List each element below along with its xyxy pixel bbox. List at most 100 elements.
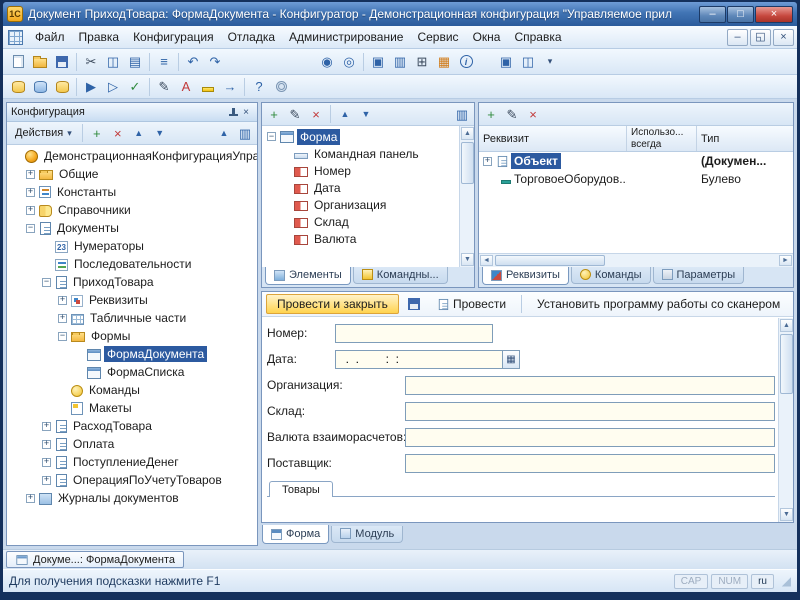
delete-object-button[interactable]: × xyxy=(108,124,128,143)
move-down-button[interactable]: ▼ xyxy=(150,124,170,143)
supplier-input[interactable] xyxy=(405,454,775,473)
find-next-button[interactable]: ◎ xyxy=(338,52,360,72)
delete-attribute-button[interactable]: × xyxy=(523,105,543,124)
elements-options-button[interactable]: ▥ xyxy=(452,105,472,124)
resize-grip[interactable] xyxy=(777,574,791,588)
tree-item-zhurnaly-dokumentov[interactable]: Журналы документов xyxy=(8,489,257,507)
expander-icon[interactable] xyxy=(267,132,276,141)
close-button[interactable]: × xyxy=(755,6,793,23)
menu-debug[interactable]: Отладка xyxy=(221,27,282,47)
tree-item-sequences[interactable]: Последовательности xyxy=(8,255,257,273)
highlight-button[interactable] xyxy=(197,77,219,97)
preview-scrollbar[interactable]: ▲ ▼ xyxy=(778,318,793,522)
tab-parametry[interactable]: Параметры xyxy=(653,267,745,284)
add-attribute-button[interactable]: + xyxy=(481,105,501,124)
date-input[interactable] xyxy=(335,350,503,369)
expander-icon[interactable] xyxy=(26,224,35,233)
tree-item-forma-spiska[interactable]: ФормаСписка xyxy=(8,363,257,381)
expander-icon[interactable] xyxy=(42,476,51,485)
tree-item-oplata[interactable]: Оплата xyxy=(8,435,257,453)
tree-item-postuplenie-deneg[interactable]: ПоступлениеДенег xyxy=(8,453,257,471)
tree-item-makety[interactable]: Макеты xyxy=(8,399,257,417)
info-button[interactable]: i xyxy=(455,52,477,72)
minimize-button[interactable]: – xyxy=(699,6,726,23)
element-down-button[interactable]: ▼ xyxy=(356,105,376,124)
tree-item-operaciya-po-uchetu[interactable]: ОперацияПоУчетуТоваров xyxy=(8,471,257,489)
mdi-minimize-button[interactable]: – xyxy=(727,29,748,46)
toolbar-options-button[interactable]: ▾ xyxy=(539,52,561,72)
cut-button[interactable]: ✂ xyxy=(80,52,102,72)
attributes-hscrollbar[interactable]: ◄ ► xyxy=(479,253,793,267)
scroll-thumb[interactable] xyxy=(780,334,793,394)
step-debug-button[interactable]: ▷ xyxy=(102,77,124,97)
scroll-thumb[interactable] xyxy=(495,255,605,266)
menu-administration[interactable]: Администрирование xyxy=(282,27,410,47)
save-document-button[interactable] xyxy=(404,294,425,314)
move-up-button[interactable]: ▲ xyxy=(129,124,149,143)
tab-tovary[interactable]: Товары xyxy=(269,481,333,497)
menu-windows[interactable]: Окна xyxy=(466,27,508,47)
warehouse-input[interactable] xyxy=(405,402,775,421)
scroll-right-arrow[interactable]: ► xyxy=(779,255,792,266)
windows-button[interactable]: ▣ xyxy=(367,52,389,72)
add-element-button[interactable]: + xyxy=(264,105,284,124)
column-rekvizit[interactable]: Реквизит xyxy=(479,126,627,151)
tree-item-numerators[interactable]: Нумераторы xyxy=(8,237,257,255)
document-window-tab[interactable]: Докуме...: ФормаДокумента xyxy=(6,551,184,568)
scroll-left-arrow[interactable]: ◄ xyxy=(480,255,493,266)
undo-button[interactable]: ↶ xyxy=(182,52,204,72)
element-item-sklad[interactable]: Склад xyxy=(263,213,458,230)
mdi-document-icon[interactable] xyxy=(8,30,23,45)
open-button[interactable] xyxy=(29,52,51,72)
calendar-dropdown-button[interactable]: ▦ xyxy=(503,350,520,369)
expander-icon[interactable] xyxy=(26,188,35,197)
new-button[interactable] xyxy=(7,52,29,72)
tree-item-komandy[interactable]: Команды xyxy=(8,381,257,399)
tree-item-rashod-tovara[interactable]: РасходТовара xyxy=(8,417,257,435)
menu-edit[interactable]: Правка xyxy=(72,27,127,47)
paste-button[interactable]: ▤ xyxy=(124,52,146,72)
expander-icon[interactable] xyxy=(58,296,67,305)
expander-icon[interactable] xyxy=(483,157,492,166)
element-item-forma[interactable]: Форма xyxy=(263,128,458,145)
tab-modul[interactable]: Модуль xyxy=(331,526,403,543)
update-db-configuration-button[interactable] xyxy=(51,77,73,97)
list-button[interactable]: ▥ xyxy=(389,52,411,72)
calculator-button[interactable]: ⊞ xyxy=(411,52,433,72)
element-item-organizaciya[interactable]: Организация xyxy=(263,196,458,213)
new-window-button[interactable]: ▣ xyxy=(495,52,517,72)
scroll-up-arrow[interactable]: ▲ xyxy=(780,319,793,332)
column-ispolzovat-vsegda[interactable]: Использо... всегда xyxy=(627,126,697,151)
settings-button[interactable] xyxy=(270,77,292,97)
calendar-button[interactable]: ▦ xyxy=(433,52,455,72)
element-item-komandnaya-panel[interactable]: Командная панель xyxy=(263,145,458,162)
tree-item-catalogs[interactable]: Справочники xyxy=(8,201,257,219)
tree-item-constants[interactable]: Константы xyxy=(8,183,257,201)
expander-icon[interactable] xyxy=(26,206,35,215)
element-item-valyuta[interactable]: Валюта xyxy=(263,230,458,247)
expander-icon[interactable] xyxy=(42,278,51,287)
actions-button[interactable]: Действия ▾ xyxy=(9,124,78,142)
edit-attribute-button[interactable]: ✎ xyxy=(502,105,522,124)
goto-button[interactable]: → xyxy=(219,77,241,97)
attribute-row-obyekt[interactable]: Объект (Докумен... xyxy=(479,152,793,170)
save-button[interactable] xyxy=(51,52,73,72)
copy-button[interactable]: ◫ xyxy=(102,52,124,72)
tree-item-common[interactable]: Общие xyxy=(8,165,257,183)
tree-item-rekvizity[interactable]: Реквизиты xyxy=(8,291,257,309)
tab-rekvizity[interactable]: Реквизиты xyxy=(482,266,569,285)
menu-configuration[interactable]: Конфигурация xyxy=(126,27,221,47)
scroll-up-arrow[interactable]: ▲ xyxy=(461,127,474,140)
edit-element-button[interactable]: ✎ xyxy=(285,105,305,124)
mdi-close-button[interactable]: × xyxy=(773,29,794,46)
expander-icon[interactable] xyxy=(42,422,51,431)
compare-button[interactable]: ≡ xyxy=(153,52,175,72)
open-configuration-button[interactable] xyxy=(7,77,29,97)
post-and-close-button[interactable]: Провести и закрыть xyxy=(266,294,399,314)
panel-options-button[interactable]: ▥ xyxy=(235,124,255,143)
scroll-thumb[interactable] xyxy=(461,142,474,184)
number-input[interactable] xyxy=(335,324,493,343)
mdi-restore-button[interactable]: ◱ xyxy=(750,29,771,46)
scroll-down-arrow[interactable]: ▼ xyxy=(780,508,793,521)
tree-item-prihod-tovara[interactable]: ПриходТовара xyxy=(8,273,257,291)
